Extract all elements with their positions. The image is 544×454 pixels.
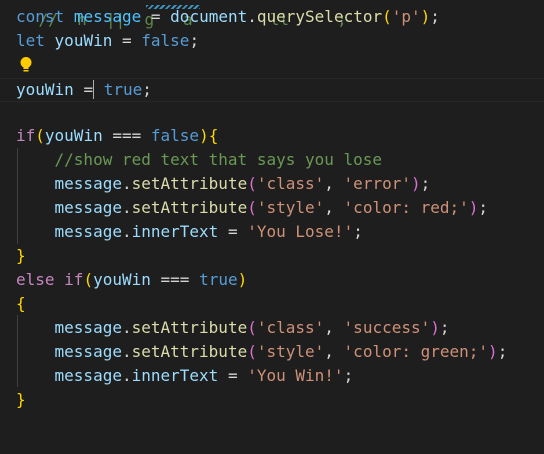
token-keyword: let: [16, 31, 45, 50]
code-line-10[interactable]: message.innerText = 'You Lose!';: [16, 220, 363, 244]
bracket-close: ): [237, 270, 248, 289]
token-string: 'style': [256, 342, 325, 361]
code-line-1[interactable]: const message = document.querySelector('…: [16, 5, 440, 29]
token-operator: =: [121, 31, 132, 50]
token-function: setAttribute: [131, 318, 248, 337]
token-variable: youWin: [93, 270, 151, 289]
token-string: 'class': [256, 174, 325, 193]
token-function: setAttribute: [131, 174, 248, 193]
code-line-15[interactable]: message.setAttribute('style', 'color: gr…: [16, 340, 508, 364]
token-operator: =: [150, 7, 161, 26]
code-line-14[interactable]: message.setAttribute('class', 'success')…: [16, 316, 450, 340]
token-boolean: false: [141, 31, 190, 50]
code-line-17[interactable]: }: [16, 388, 26, 412]
token-control: if: [64, 270, 84, 289]
token-control: else: [16, 270, 55, 289]
token-function: setAttribute: [131, 198, 248, 217]
code-line-8[interactable]: message.setAttribute('class', 'error');: [16, 172, 431, 196]
token-control: if: [16, 126, 36, 145]
bracket-close: ): [488, 342, 498, 361]
token-operator: ===: [160, 270, 190, 289]
code-line-4[interactable]: youWin = true;: [16, 78, 152, 102]
token-property: innerText: [131, 222, 219, 241]
token-string: 'color: red;': [343, 198, 469, 217]
token-object: message: [54, 222, 122, 241]
brace-close: }: [16, 390, 26, 409]
token-object: message: [54, 342, 122, 361]
token-object: message: [54, 318, 122, 337]
token-string: 'style': [256, 198, 325, 217]
text-cursor: [93, 80, 95, 99]
code-line-16[interactable]: message.innerText = 'You Win!';: [16, 364, 354, 388]
bracket-close: ): [199, 126, 209, 145]
bracket-close: ): [468, 198, 479, 217]
token-property: innerText: [131, 366, 219, 385]
code-line-6[interactable]: if(youWin === false){: [16, 124, 218, 148]
bracket-open: (: [382, 7, 392, 26]
code-line-2[interactable]: let youWin = false;: [16, 29, 199, 53]
token-string: 'p': [391, 7, 421, 26]
token-function: querySelector: [256, 7, 383, 26]
lightbulb-icon[interactable]: [19, 56, 33, 74]
code-line-11[interactable]: }: [16, 244, 26, 268]
token-object: message: [54, 366, 122, 385]
brace-open: {: [208, 126, 219, 145]
token-variable: youWin: [44, 126, 103, 145]
token-keyword: const: [16, 7, 65, 26]
token-boolean: true: [103, 80, 143, 99]
bracket-open: (: [247, 174, 257, 193]
bracket-close: ): [410, 174, 421, 193]
brace-close: }: [16, 246, 26, 265]
token-variable: youWin: [54, 31, 113, 50]
token-object: message: [54, 174, 122, 193]
token-operator: =: [83, 80, 94, 99]
token-operator: ===: [112, 126, 142, 145]
code-editor[interactable]: // h || g a ll ; const message = documen…: [0, 0, 544, 454]
token-boolean: false: [150, 126, 200, 145]
token-function: setAttribute: [131, 342, 248, 361]
bracket-close: ): [430, 318, 440, 337]
token-comment: //show red text that says you lose: [54, 150, 383, 169]
code-line-12[interactable]: else if(youWin === true): [16, 268, 247, 292]
bracket-open: (: [83, 270, 94, 289]
token-operator: =: [227, 366, 238, 385]
bracket-close: ): [420, 7, 431, 26]
token-string: 'You Lose!': [247, 222, 354, 241]
brace-open: {: [16, 294, 26, 313]
token-string: 'error': [343, 174, 411, 193]
code-line-7[interactable]: //show red text that says you lose: [16, 148, 383, 172]
token-string: 'success': [343, 318, 431, 337]
token-string: 'You Win!': [247, 366, 344, 385]
token-string: 'class': [256, 318, 325, 337]
bracket-open: (: [35, 126, 45, 145]
token-string: 'color: green;': [343, 342, 489, 361]
token-constant: message: [73, 7, 142, 26]
code-line-9[interactable]: message.setAttribute('style', 'color: re…: [16, 196, 489, 220]
token-operator: =: [227, 222, 238, 241]
bracket-open: (: [247, 318, 257, 337]
token-object: message: [54, 198, 122, 217]
token-boolean: true: [199, 270, 238, 289]
code-line-13[interactable]: {: [16, 292, 26, 316]
token-variable: youWin: [16, 80, 74, 99]
bracket-open: (: [247, 198, 257, 217]
token-object: document: [170, 7, 248, 26]
bracket-open: (: [247, 342, 257, 361]
